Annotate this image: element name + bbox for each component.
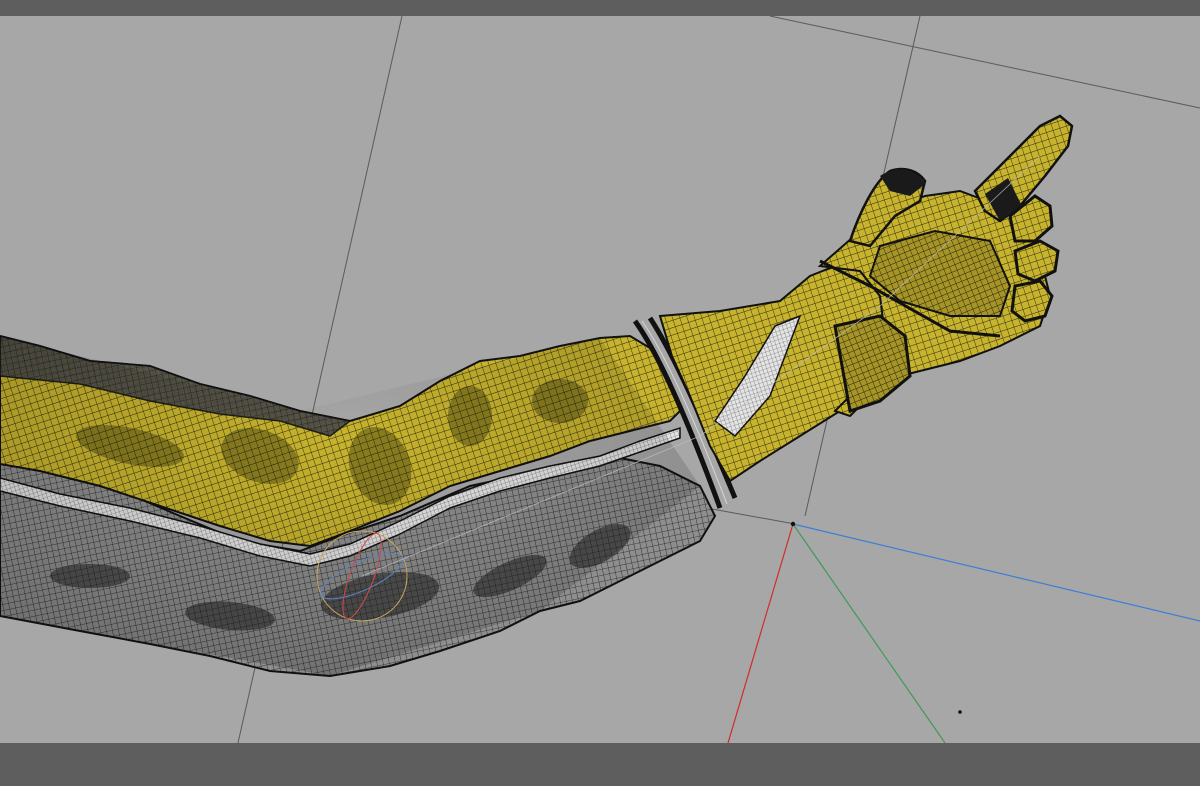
z-axis-line	[792, 523, 1200, 622]
glove-pinky-finger	[1010, 279, 1054, 323]
bottom-status-strip	[0, 743, 1200, 786]
mesh-shading-overlay	[0, 336, 700, 676]
top-toolbar-strip	[0, 0, 1200, 16]
3d-app-window	[0, 0, 1200, 786]
viewport-canvas[interactable]	[0, 16, 1200, 743]
world-axes	[727, 521, 1200, 743]
scene-marker-dot[interactable]	[958, 710, 962, 714]
3d-viewport[interactable]	[0, 16, 1200, 743]
arm-mesh[interactable]	[0, 114, 1074, 678]
world-origin-point	[790, 521, 796, 527]
y-axis-line	[792, 523, 946, 743]
x-axis-line	[727, 523, 794, 743]
glove-ring-finger	[1013, 239, 1060, 283]
